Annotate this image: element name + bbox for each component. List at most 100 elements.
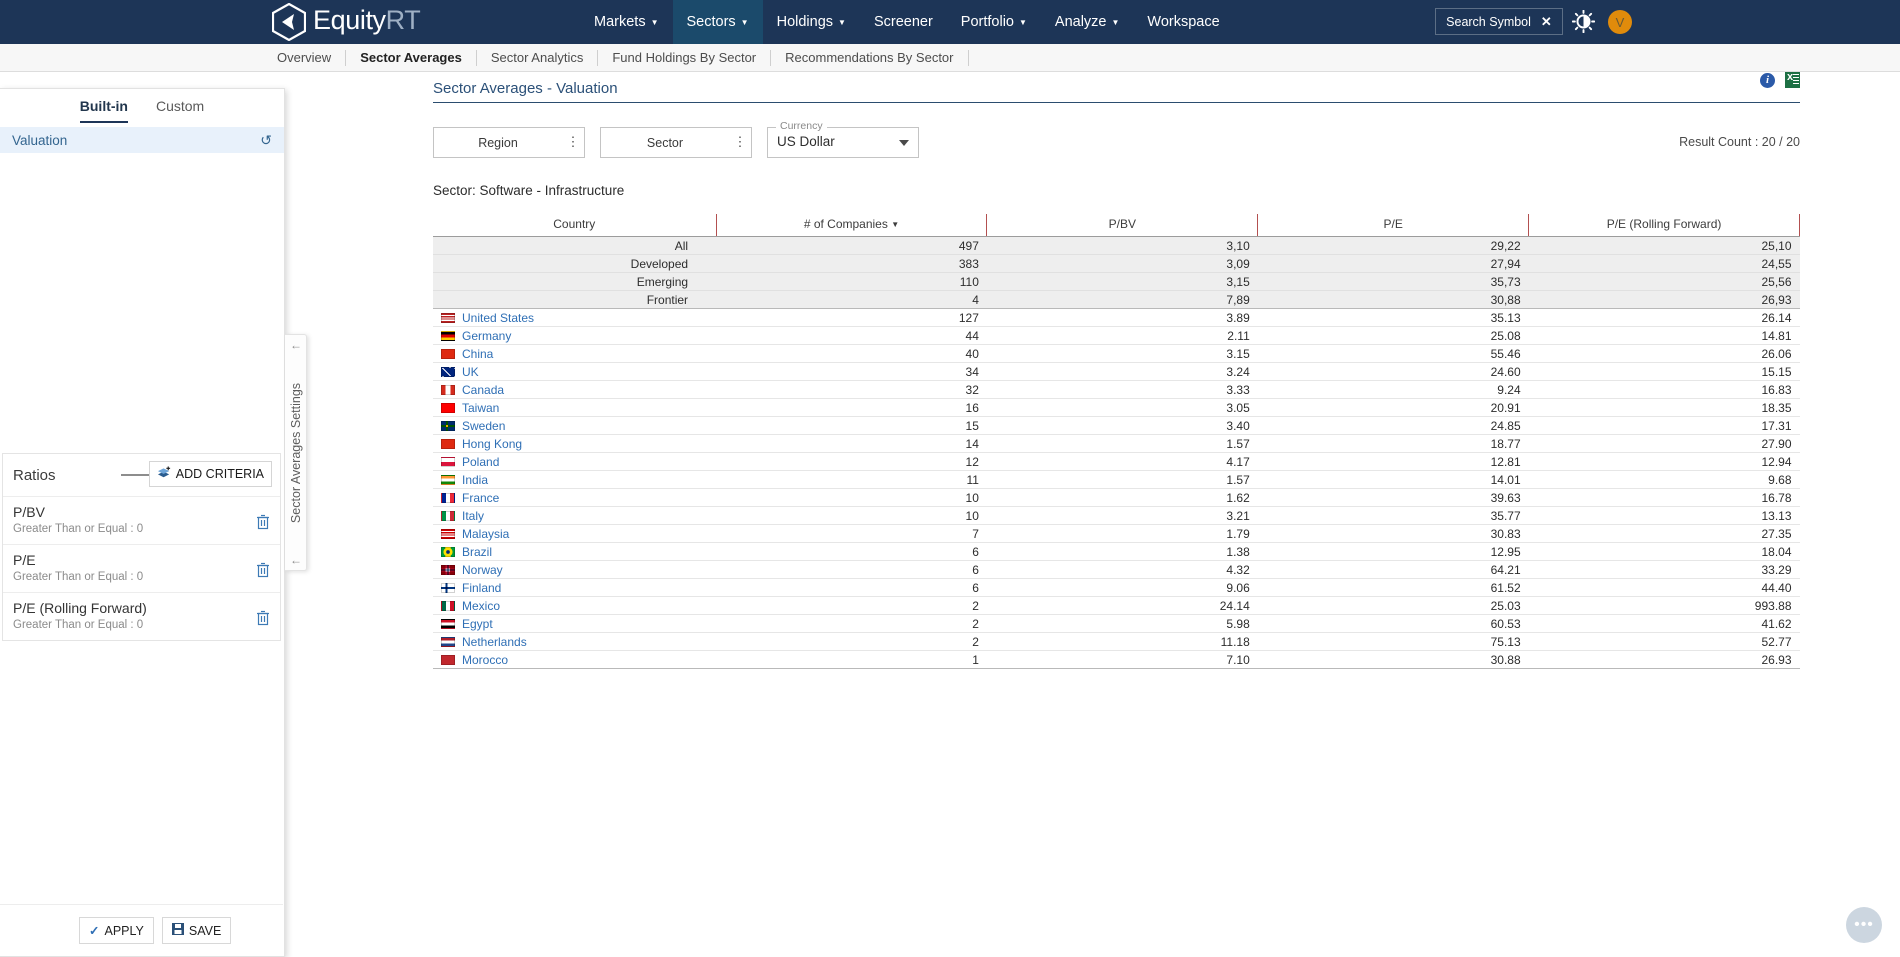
table-row[interactable]: UK343.2424.6015.15 [433,363,1800,381]
criteria-row[interactable]: P/BV Greater Than or Equal : 0 [3,496,280,544]
avatar[interactable]: V [1608,10,1632,34]
chevron-down-icon[interactable] [899,140,909,146]
table-row[interactable]: France101.6239.6316.78 [433,489,1800,507]
search-symbol-button[interactable]: Search Symbol ✕ [1435,8,1563,35]
cell-pe: 24.60 [1258,363,1529,381]
tab-recommendations-by-sector[interactable]: Recommendations By Sector [771,50,968,66]
more-options-icon[interactable]: ⋮ [562,139,584,147]
table-row[interactable]: Morocco17.1030.8826.93 [433,651,1800,669]
sector-selector[interactable]: Sector ⋮ [600,127,752,158]
panel-tab-custom[interactable]: Custom [156,98,204,123]
delete-icon[interactable] [256,610,270,626]
table-row[interactable]: Norway64.3264.2133.29 [433,561,1800,579]
more-options-icon[interactable]: ⋮ [729,139,751,147]
column-header-companies[interactable]: # of Companies ▼ [716,214,987,237]
table-row[interactable]: United States1273.8935.1326.14 [433,309,1800,327]
currency-selector[interactable]: Currency US Dollar [767,127,919,158]
table-row[interactable]: Netherlands211.1875.1352.77 [433,633,1800,651]
table-row[interactable]: Mexico224.1425.03993.88 [433,597,1800,615]
tab-fund-holdings-by-sector[interactable]: Fund Holdings By Sector [598,50,771,66]
info-icon[interactable]: i [1760,73,1775,88]
country-link[interactable]: Poland [462,455,499,469]
table-row[interactable]: Sweden153.4024.8517.31 [433,417,1800,435]
theme-toggle-icon[interactable] [1572,10,1595,33]
country-link[interactable]: India [462,473,488,487]
country-link[interactable]: Netherlands [462,635,527,649]
table-row-aggregate[interactable]: Frontier47,8930,8826,93 [433,291,1800,309]
table-row[interactable]: Germany442.1125.0814.81 [433,327,1800,345]
delete-icon[interactable] [256,562,270,578]
country-link[interactable]: UK [462,365,479,379]
excel-export-icon[interactable] [1785,72,1800,88]
menu-item-workspace[interactable]: Workspace [1133,0,1233,44]
table-row-aggregate[interactable]: Emerging1103,1535,7325,56 [433,273,1800,291]
close-icon[interactable]: ✕ [1541,14,1552,30]
save-button[interactable]: SAVE [162,917,231,944]
cell-pe-fwd: 26.14 [1529,309,1800,327]
criteria-row[interactable]: P/E Greater Than or Equal : 0 [3,544,280,592]
country-link[interactable]: Hong Kong [462,437,522,451]
column-header-pe-rolling-forward[interactable]: P/E (Rolling Forward) [1529,214,1800,237]
country-link[interactable]: Egypt [462,617,493,631]
main-content: Sector Averages - Valuation i Region ⋮ S… [433,80,1800,669]
country-link[interactable]: United States [462,311,534,325]
cell-pe-fwd: 13.13 [1529,507,1800,525]
country-link[interactable]: Canada [462,383,504,397]
menu-item-holdings[interactable]: Holdings ▼ [763,0,860,44]
tab-sector-averages[interactable]: Sector Averages [346,50,477,66]
country-link[interactable]: China [462,347,493,361]
country-link[interactable]: Sweden [462,419,505,433]
table-row[interactable]: Poland124.1712.8112.94 [433,453,1800,471]
country-link[interactable]: Italy [462,509,484,523]
table-row[interactable]: India111.5714.019.68 [433,471,1800,489]
menu-item-portfolio[interactable]: Portfolio ▼ [947,0,1041,44]
table-row[interactable]: Hong Kong141.5718.7727.90 [433,435,1800,453]
country-link[interactable]: Norway [462,563,503,577]
ratios-header: Ratios ADD CRITERIA [3,454,280,496]
country-link[interactable]: Finland [462,581,501,595]
table-row[interactable]: Taiwan163.0520.9118.35 [433,399,1800,417]
country-link[interactable]: Morocco [462,653,508,667]
table-row[interactable]: Italy103.2135.7713.13 [433,507,1800,525]
region-selector[interactable]: Region ⋮ [433,127,585,158]
list-item-valuation[interactable]: Valuation ↺ [0,127,284,153]
country-link[interactable]: Brazil [462,545,492,559]
table-row[interactable]: Canada323.339.2416.83 [433,381,1800,399]
chat-dots-icon: ••• [1854,916,1874,934]
table-row[interactable]: Malaysia71.7930.8327.35 [433,525,1800,543]
table-row-aggregate[interactable]: Developed3833,0927,9424,55 [433,255,1800,273]
criteria-name: P/E (Rolling Forward) [13,599,270,617]
add-criteria-button[interactable]: ADD CRITERIA [149,461,272,487]
table-row[interactable]: China403.1555.4626.06 [433,345,1800,363]
sector-averages-settings-handle[interactable]: ← Sector Averages Settings ← [285,334,307,571]
country-link[interactable]: Germany [462,329,511,343]
table-row[interactable]: Brazil61.3812.9518.04 [433,543,1800,561]
apply-button[interactable]: ✓ APPLY [79,917,154,944]
country-link[interactable]: France [462,491,499,505]
delete-icon[interactable] [256,514,270,530]
table-row-aggregate[interactable]: All4973,1029,2225,10 [433,237,1800,255]
cell-country: Norway [433,561,716,579]
chat-support-bubble[interactable]: ••• [1846,907,1882,943]
tab-sector-analytics[interactable]: Sector Analytics [477,50,599,66]
country-link[interactable]: Malaysia [462,527,509,541]
refresh-icon[interactable]: ↺ [260,132,272,149]
criteria-row[interactable]: P/E (Rolling Forward) Greater Than or Eq… [3,592,280,640]
column-label-pbv: P/BV [1109,217,1136,231]
tab-overview[interactable]: Overview [263,50,346,66]
menu-item-markets[interactable]: Markets ▼ [580,0,673,44]
brand-logo[interactable]: EquityRT [272,3,420,41]
column-header-pbv[interactable]: P/BV [987,214,1258,237]
country-link[interactable]: Taiwan [462,401,499,415]
column-header-country[interactable]: Country [433,214,716,237]
table-row[interactable]: Finland69.0661.5244.40 [433,579,1800,597]
menu-item-analyze[interactable]: Analyze ▼ [1041,0,1134,44]
column-header-pe[interactable]: P/E [1258,214,1529,237]
menu-item-sectors[interactable]: Sectors ▼ [673,0,763,44]
aggregate-rows: All4973,1029,2225,10Developed3833,0927,9… [433,237,1800,309]
currency-field-label: Currency [776,120,827,132]
country-link[interactable]: Mexico [462,599,500,613]
menu-item-screener[interactable]: Screener [860,0,947,44]
table-row[interactable]: Egypt25.9860.5341.62 [433,615,1800,633]
panel-tab-built-in[interactable]: Built-in [80,98,128,123]
